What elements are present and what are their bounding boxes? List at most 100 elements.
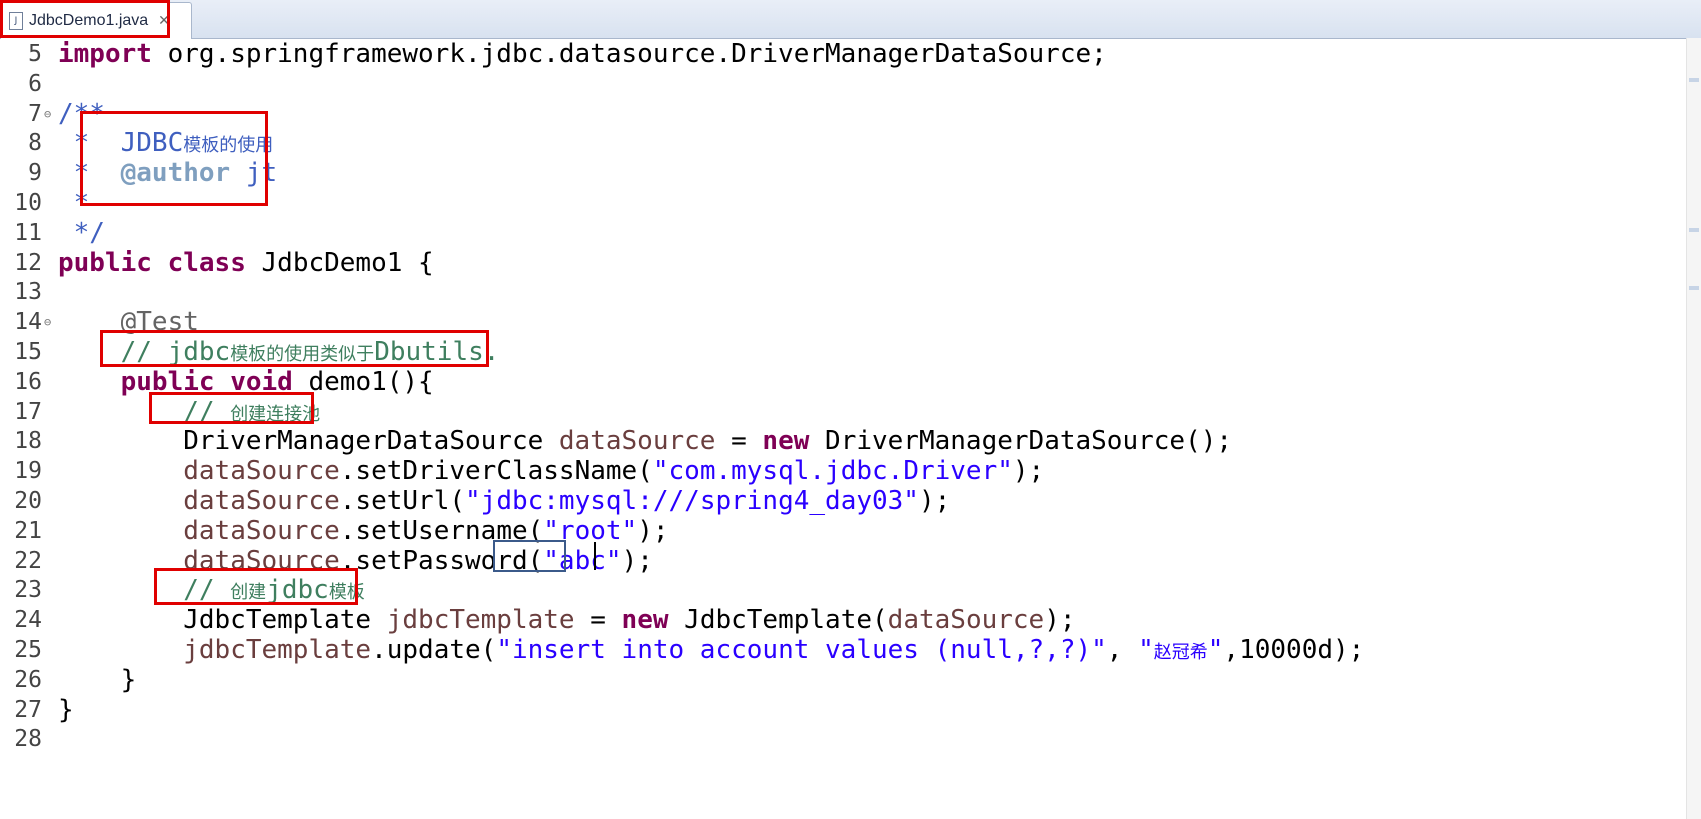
- code-text: DriverManagerDataSource dataSource = new…: [58, 425, 1232, 457]
- overview-ruler[interactable]: [1686, 38, 1701, 819]
- code-text: dataSource.setUrl("jdbc:mysql:///spring4…: [58, 485, 950, 517]
- code-token: "abc": [543, 545, 622, 576]
- line-number: 5: [28, 41, 42, 67]
- line-number: 22: [14, 547, 42, 574]
- code-text: /**: [58, 98, 105, 130]
- fold-toggle-icon[interactable]: ⊖: [44, 98, 51, 130]
- code-text: import org.springframework.jdbc.datasour…: [58, 38, 1107, 70]
- code-line[interactable]: 15 // jdbc模板的使用类似于Dbutils.: [0, 336, 1680, 368]
- code-token: new: [621, 605, 669, 636]
- code-line[interactable]: 5 import org.springframework.jdbc.datasou…: [0, 38, 1680, 70]
- code-line[interactable]: 21 dataSource.setUsername("root");: [0, 515, 1680, 547]
- code-token: .setPassword(: [339, 545, 544, 576]
- overview-marker[interactable]: [1689, 78, 1699, 82]
- code-token: DriverManagerDataSource: [58, 426, 559, 457]
- code-line[interactable]: 19 dataSource.setDriverClassName("com.my…: [0, 455, 1680, 487]
- line-number: 24: [14, 607, 42, 634]
- code-token: @Test: [58, 307, 199, 338]
- code-token: 模板的使用: [183, 135, 274, 157]
- code-token: /**: [58, 98, 105, 129]
- code-token: .update(: [371, 635, 497, 665]
- code-line[interactable]: 11 */: [0, 217, 1680, 249]
- code-token: void: [230, 366, 293, 397]
- code-token: );: [1012, 456, 1045, 487]
- code-token: //: [58, 575, 231, 606]
- line-number: 28: [14, 726, 42, 753]
- code-line[interactable]: 20 dataSource.setUrl("jdbc:mysql:///spri…: [0, 485, 1680, 517]
- line-number: 13: [14, 279, 42, 306]
- code-token: JdbcTemplate(: [668, 605, 888, 636]
- code-token: "root": [543, 515, 638, 546]
- code-line[interactable]: 27}: [0, 694, 1680, 726]
- code-line[interactable]: 13: [0, 276, 1680, 308]
- code-token: dataSource: [183, 486, 340, 516]
- code-token: 赵冠希: [1153, 642, 1208, 663]
- code-text: * @author jt: [58, 157, 278, 189]
- code-line[interactable]: 24 JdbcTemplate jdbcTemplate = new JdbcT…: [0, 604, 1680, 636]
- code-token: }: [58, 694, 74, 725]
- code-editor[interactable]: 5 import org.springframework.jdbc.datasou…: [0, 38, 1701, 819]
- code-token: dataSource: [558, 426, 716, 457]
- code-line[interactable]: 18 DriverManagerDataSource dataSource = …: [0, 425, 1680, 457]
- code-token: =: [715, 426, 763, 457]
- code-token: .setUsername(: [339, 515, 544, 546]
- code-line[interactable]: 9 * @author jt: [0, 157, 1680, 189]
- tab-label: JdbcDemo1.java: [29, 12, 149, 29]
- text-cursor: [594, 542, 596, 570]
- code-text: }: [58, 664, 137, 696]
- code-line[interactable]: 23 // 创建jdbc模板: [0, 574, 1680, 606]
- code-line[interactable]: 12 public class JdbcDemo1 {: [0, 247, 1680, 279]
- code-line[interactable]: 25 jdbcTemplate.update("insert into acco…: [0, 634, 1680, 666]
- code-token: .setUrl(: [339, 486, 466, 516]
- java-file-icon: J: [9, 12, 23, 30]
- code-line[interactable]: 17 // 创建连接池: [0, 396, 1680, 428]
- code-token: ": [1138, 635, 1154, 665]
- code-token: ,: [1106, 635, 1139, 665]
- code-line[interactable]: 22 dataSource.setPassword("abc");: [0, 545, 1680, 577]
- tab-jdbcdemo1-java[interactable]: J JdbcDemo1.java ✕: [0, 2, 192, 39]
- code-text: }: [58, 694, 74, 726]
- code-token: );: [637, 515, 669, 546]
- line-number: 27: [14, 696, 42, 723]
- line-number: 25: [14, 637, 42, 663]
- code-text: @Test: [58, 306, 199, 338]
- code-token: public: [58, 247, 152, 278]
- line-number: 16: [14, 368, 42, 395]
- code-text: JdbcTemplate jdbcTemplate = new JdbcTemp…: [58, 604, 1075, 636]
- line-number: 10: [14, 190, 42, 216]
- code-token: public: [120, 366, 215, 397]
- code-line[interactable]: 6: [0, 68, 1680, 100]
- code-line[interactable]: 26 }: [0, 664, 1680, 696]
- fold-toggle-icon[interactable]: ⊖: [44, 306, 51, 338]
- code-line[interactable]: 7 ⊖/**: [0, 98, 1680, 130]
- line-number: 12: [14, 249, 42, 276]
- code-token: */: [58, 217, 105, 248]
- code-token: new: [762, 426, 810, 457]
- overview-marker[interactable]: [1689, 228, 1699, 232]
- line-number: 9: [28, 160, 42, 187]
- code-line[interactable]: 16 public void demo1(){: [0, 366, 1680, 398]
- code-text: public void demo1(){: [58, 366, 434, 398]
- code-token: ": [1207, 635, 1224, 665]
- code-token: org.springframework.jdbc.datasource.Driv…: [151, 39, 1107, 69]
- editor-tab-bar: J JdbcDemo1.java ✕: [0, 0, 1701, 39]
- overview-marker[interactable]: [1689, 286, 1699, 290]
- code-token: JdbcDemo1 {: [245, 247, 434, 278]
- code-text: public class JdbcDemo1 {: [58, 247, 434, 279]
- code-line[interactable]: 28: [0, 723, 1680, 755]
- code-line[interactable]: 14 ⊖ @Test: [0, 306, 1680, 338]
- close-icon[interactable]: ✕: [158, 13, 170, 29]
- line-number: 17: [14, 398, 42, 425]
- line-number: 26: [14, 666, 42, 693]
- code-line[interactable]: 8 * JDBC模板的使用: [0, 127, 1680, 159]
- code-token: *: [58, 128, 121, 159]
- code-token: "insert into account values (null,?,?)": [496, 635, 1107, 665]
- code-text: dataSource.setDriverClassName("com.mysql…: [58, 455, 1044, 487]
- code-line[interactable]: 10 *: [0, 187, 1680, 219]
- line-number: 18: [14, 428, 42, 455]
